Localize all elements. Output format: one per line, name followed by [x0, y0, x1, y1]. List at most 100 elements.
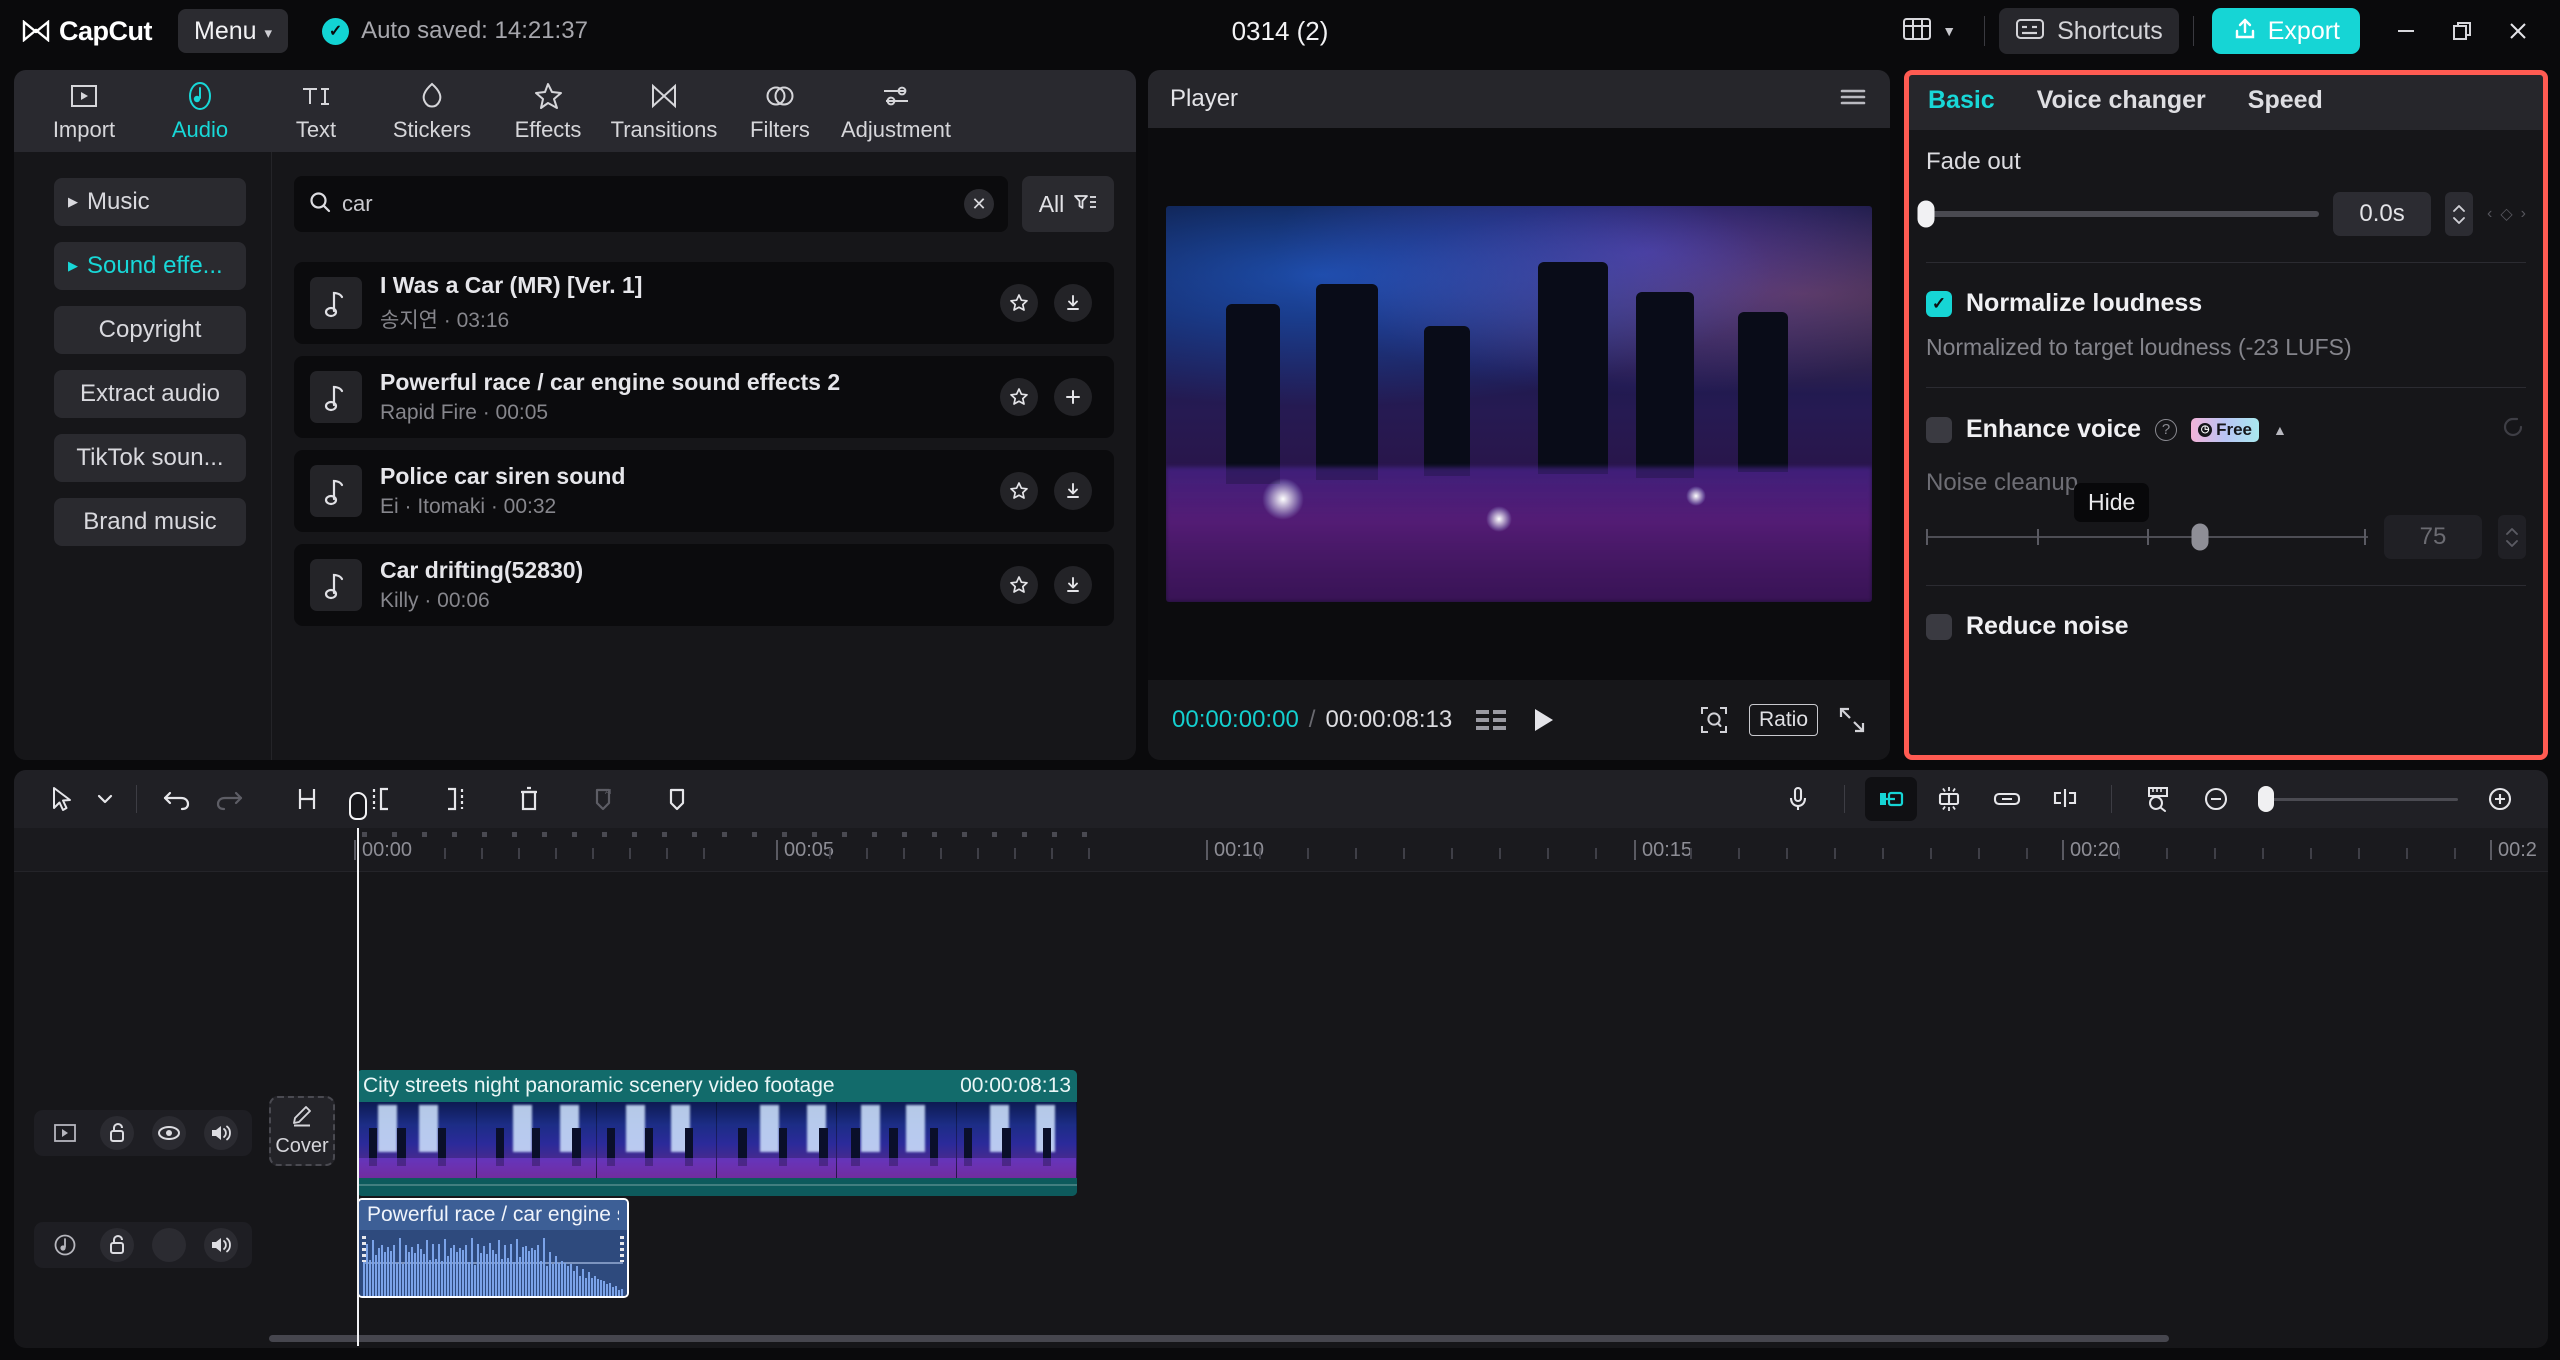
split-icon[interactable]	[281, 777, 333, 821]
category-item-sound-effects[interactable]: ▶ Sound effe...	[54, 242, 246, 290]
trim-handle-left[interactable]	[362, 1236, 366, 1263]
keyframe-next-icon[interactable]: ›	[2521, 205, 2526, 223]
reduce-noise-checkbox[interactable]	[1926, 613, 1952, 640]
nav-tab-import[interactable]: Import	[28, 71, 140, 151]
trim-handle-right[interactable]	[620, 1236, 624, 1263]
player-menu-icon[interactable]	[1838, 85, 1868, 114]
list-item[interactable]: I Was a Car (MR) [Ver. 1] 송지연 · 03:16	[294, 262, 1114, 344]
volume-icon[interactable]	[204, 1228, 238, 1262]
menu-button[interactable]: Menu ▾	[178, 9, 289, 53]
ratio-button[interactable]: Ratio	[1748, 704, 1818, 736]
audio-note-icon[interactable]	[48, 1228, 82, 1262]
eye-visible-icon[interactable]	[152, 1116, 186, 1150]
maximize-restore-button[interactable]	[2434, 5, 2490, 57]
minimize-button[interactable]	[2378, 5, 2434, 57]
category-item-copyright[interactable]: Copyright	[54, 306, 246, 354]
unlock-icon[interactable]	[100, 1228, 134, 1262]
download-icon[interactable]	[1054, 472, 1092, 510]
volume-icon[interactable]	[204, 1116, 238, 1150]
normalize-loudness-checkbox[interactable]: ✓	[1926, 290, 1952, 317]
normalize-loudness-row[interactable]: ✓ Normalize loudness	[1926, 289, 2526, 318]
reset-icon[interactable]	[2500, 414, 2526, 445]
nav-tab-text[interactable]: Text	[260, 71, 372, 151]
frame-list-icon[interactable]	[1474, 707, 1508, 733]
nav-tab-stickers[interactable]: Stickers	[376, 71, 488, 151]
download-icon[interactable]	[1054, 284, 1092, 322]
keyframe-add-icon[interactable]: ◇	[2500, 204, 2512, 224]
layout-switch-button[interactable]: ▼	[1888, 8, 1970, 55]
add-to-timeline-icon[interactable]	[1054, 378, 1092, 416]
fullscreen-icon[interactable]	[1838, 706, 1866, 734]
noise-cleanup-slider[interactable]	[1926, 523, 2368, 551]
noise-cleanup-value[interactable]: 75	[2384, 515, 2482, 559]
favorite-star-icon[interactable]	[1000, 378, 1038, 416]
nav-tab-transitions[interactable]: Transitions	[608, 71, 720, 151]
favorite-star-icon[interactable]	[1000, 566, 1038, 604]
playhead-handle[interactable]	[349, 792, 367, 820]
ai-marker-icon[interactable]: AI	[577, 777, 629, 821]
current-timecode[interactable]: 00:00:00:00	[1172, 706, 1299, 734]
download-icon[interactable]	[1054, 566, 1092, 604]
zoom-out-icon[interactable]	[2190, 777, 2242, 821]
category-item-tiktok-sounds[interactable]: TikTok soun...	[54, 434, 246, 482]
fade-out-slider-handle[interactable]	[1917, 200, 1935, 228]
favorite-star-icon[interactable]	[1000, 472, 1038, 510]
search-input[interactable]: car ✕	[294, 176, 1008, 232]
timeline-zoom-handle[interactable]	[2258, 786, 2274, 812]
undo-icon[interactable]	[151, 777, 203, 821]
timeline-ruler[interactable]: 00:00 00:05 00:10 00:15 00:20 00:2	[14, 828, 2548, 872]
favorite-star-icon[interactable]	[1000, 284, 1038, 322]
tab-basic[interactable]: Basic	[1928, 86, 1995, 115]
collapse-caret-up-icon[interactable]: ▲	[2273, 422, 2287, 438]
timeline-horizontal-scrollbar[interactable]	[269, 1335, 2169, 1342]
tab-voice-changer[interactable]: Voice changer	[2037, 86, 2206, 115]
export-button[interactable]: Export	[2211, 8, 2360, 54]
category-item-brand-music[interactable]: Brand music	[54, 498, 246, 546]
nav-tab-audio[interactable]: Audio	[144, 71, 256, 151]
redo-icon[interactable]	[203, 777, 255, 821]
nav-tab-adjustment[interactable]: Adjustment	[840, 71, 952, 151]
list-item[interactable]: Police car siren sound Ei · Itomaki · 00…	[294, 450, 1114, 532]
audio-clip[interactable]: Powerful race / car engine sound effe	[357, 1198, 629, 1298]
auto-adjust-icon[interactable]	[1923, 777, 1975, 821]
cover-button[interactable]: Cover	[269, 1096, 335, 1166]
fade-out-value[interactable]: 0.0s	[2333, 192, 2432, 236]
video-thumb-icon[interactable]	[48, 1116, 82, 1150]
clear-search-icon[interactable]: ✕	[964, 189, 994, 219]
fit-to-screen-icon[interactable]	[2132, 777, 2184, 821]
keyframe-prev-icon[interactable]: ‹	[2487, 205, 2492, 223]
timeline-zoom-slider[interactable]	[2258, 786, 2458, 812]
reduce-noise-row[interactable]: Reduce noise	[1926, 612, 2526, 641]
unlock-icon[interactable]	[100, 1116, 134, 1150]
play-button[interactable]	[1530, 706, 1556, 734]
chevron-down-icon[interactable]	[88, 777, 122, 821]
adsorption-icon[interactable]	[2039, 777, 2091, 821]
marker-icon[interactable]	[651, 777, 703, 821]
help-question-icon[interactable]: ?	[2155, 418, 2178, 441]
fade-out-stepper[interactable]	[2445, 192, 2474, 236]
microphone-icon[interactable]	[1772, 777, 1824, 821]
nav-tab-filters[interactable]: Filters	[724, 71, 836, 151]
noise-cleanup-slider-handle[interactable]	[2191, 523, 2209, 551]
noise-cleanup-stepper[interactable]	[2498, 515, 2526, 559]
delete-trash-icon[interactable]	[503, 777, 555, 821]
enhance-voice-row[interactable]: Enhance voice ? ◷ Free ▲	[1926, 414, 2526, 445]
list-item[interactable]: Car drifting(52830) Killy · 00:06	[294, 544, 1114, 626]
zoom-in-icon[interactable]	[2474, 777, 2526, 821]
filter-all-button[interactable]: All	[1022, 176, 1114, 232]
enhance-voice-checkbox[interactable]	[1926, 416, 1952, 443]
video-preview[interactable]	[1166, 206, 1872, 602]
category-item-extract-audio[interactable]: Extract audio	[54, 370, 246, 418]
video-clip[interactable]: City streets night panoramic scenery vid…	[357, 1070, 1077, 1196]
free-badge[interactable]: ◷ Free	[2191, 417, 2259, 442]
select-cursor-icon[interactable]	[36, 777, 88, 821]
playhead[interactable]	[349, 792, 367, 1346]
link-icon[interactable]	[1981, 777, 2033, 821]
fade-out-slider[interactable]	[1917, 200, 2320, 228]
shortcuts-button[interactable]: Shortcuts	[1999, 8, 2179, 54]
tab-speed[interactable]: Speed	[2248, 86, 2323, 115]
trim-right-icon[interactable]	[429, 777, 481, 821]
magnetic-snap-icon[interactable]	[1865, 777, 1917, 821]
category-item-music[interactable]: ▶ Music	[54, 178, 246, 226]
list-item[interactable]: Powerful race / car engine sound effects…	[294, 356, 1114, 438]
